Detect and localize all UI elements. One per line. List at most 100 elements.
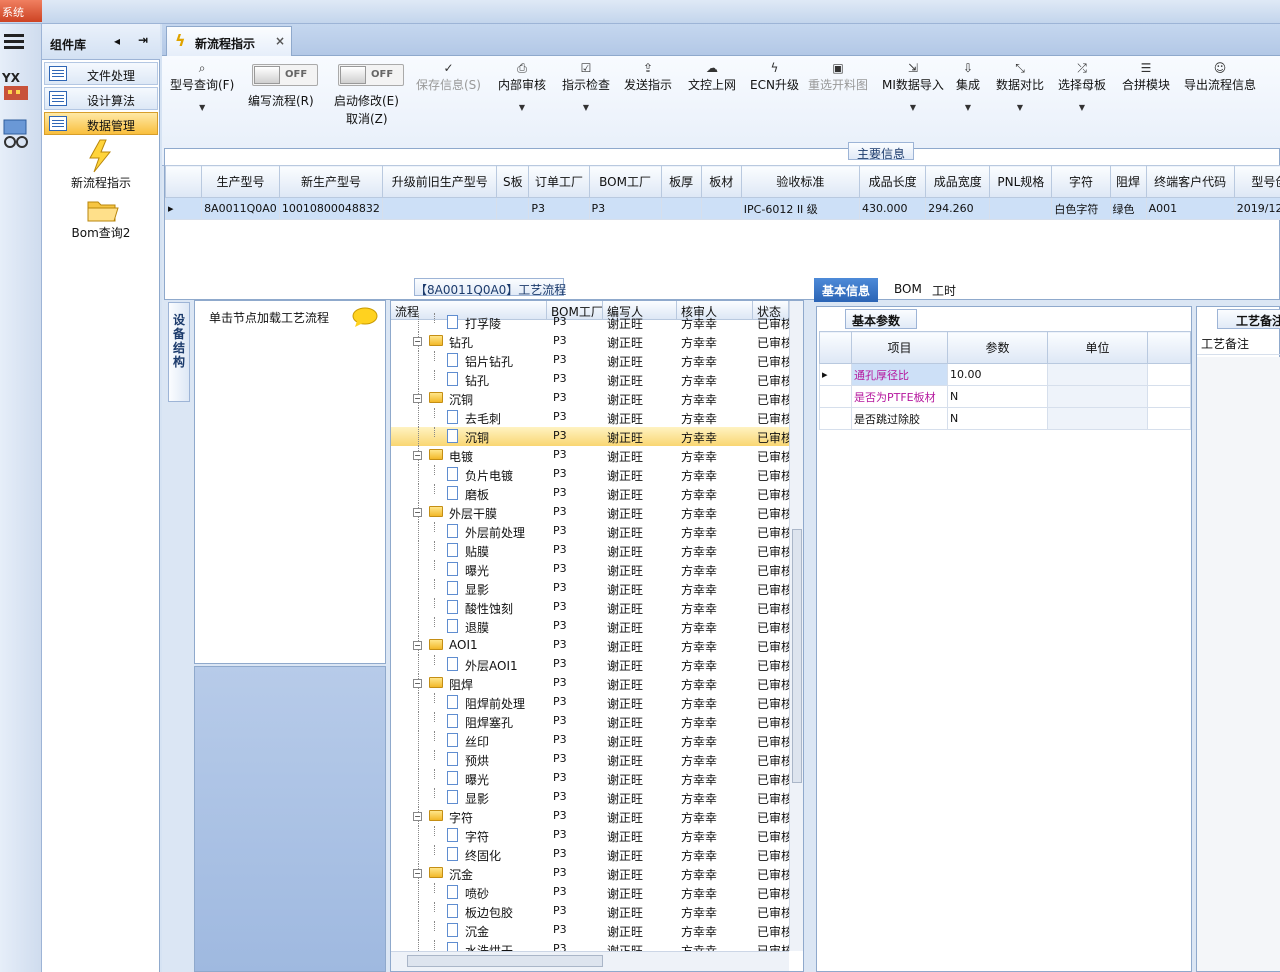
tab-basic-info[interactable]: 基本信息 [814, 278, 879, 302]
table-row[interactable]: ▸ 8A0011Q0A0 10010800048832 P3 P3 IPC-6012 II… [164, 197, 1280, 220]
tree-row[interactable]: 显影 P3 谢正旺 方幸幸 已审核 [391, 788, 789, 807]
table-cell[interactable] [700, 197, 742, 220]
param-row[interactable]: ▸ 通孔厚径比 10.00 [819, 363, 1191, 386]
column-header[interactable]: 终端客户代码 [1145, 165, 1235, 198]
chevron-down-icon[interactable]: ▼ [956, 103, 980, 112]
tree-row[interactable]: − 沉金 P3 谢正旺 方幸幸 已审核 [391, 864, 789, 883]
send-button[interactable]: ⇪ 发送指示 [624, 60, 672, 93]
column-header[interactable]: 成品宽度 [925, 165, 991, 198]
check-button[interactable]: ☑ 指示检查 ▼ [562, 60, 610, 112]
select-master-button[interactable]: ⤮ 选择母板 ▼ [1058, 60, 1106, 112]
tree-row[interactable]: 退膜 P3 谢正旺 方幸幸 已审核 [391, 617, 789, 636]
pin-icon[interactable]: ⇥ [138, 33, 148, 47]
bom-query-launcher[interactable]: Bom查询2 [44, 196, 158, 241]
tree-row[interactable]: 显影 P3 谢正旺 方幸幸 已审核 [391, 579, 789, 598]
column-header[interactable]: PNL规格 [989, 165, 1053, 198]
tree-row[interactable]: − 阻焊 P3 谢正旺 方幸幸 已审核 [391, 674, 789, 693]
collapse-icon[interactable]: − [413, 394, 422, 403]
param-value[interactable]: N [947, 407, 1048, 430]
chevron-down-icon[interactable]: ▼ [498, 103, 546, 112]
column-header[interactable]: 验收标准 [740, 165, 861, 198]
column-header[interactable]: 阻焊 [1109, 165, 1147, 198]
tree-row[interactable]: 阻焊前处理 P3 谢正旺 方幸幸 已审核 [391, 693, 789, 712]
tree-row[interactable]: 预烘 P3 谢正旺 方幸幸 已审核 [391, 750, 789, 769]
chevron-down-icon[interactable]: ▼ [170, 103, 234, 112]
mi-import-button[interactable]: ⇲ MI数据导入 ▼ [882, 60, 944, 112]
param-value[interactable]: N [947, 385, 1048, 408]
tree-row[interactable]: 钻孔 P3 谢正旺 方幸幸 已审核 [391, 370, 789, 389]
tree-row[interactable]: 水洗烘干 P3 谢正旺 方幸幸 已审核 [391, 940, 789, 951]
chevron-down-icon[interactable]: ▼ [882, 103, 944, 112]
collapse-icon[interactable]: − [413, 508, 422, 517]
table-cell[interactable]: P3 [528, 197, 590, 220]
ecn-button[interactable]: ϟ ECN升级 [750, 60, 799, 93]
query-button[interactable]: ⌕ 型号查询(F) ▼ [170, 60, 234, 112]
table-cell[interactable]: 2019/12/2 [1233, 197, 1280, 220]
column-header[interactable]: 板厚 [660, 165, 702, 198]
tree-row[interactable]: 外层前处理 P3 谢正旺 方幸幸 已审核 [391, 522, 789, 541]
upload-button[interactable]: ☁ 文控上网 [688, 60, 736, 93]
table-cell[interactable] [382, 197, 498, 220]
tree-row[interactable]: 沉铜 P3 谢正旺 方幸幸 已审核 [391, 427, 789, 446]
calculator-icon[interactable] [2, 116, 38, 152]
chevron-down-icon[interactable]: ▼ [996, 103, 1044, 112]
column-header[interactable]: 板材 [700, 165, 742, 198]
tree-row[interactable]: 负片电镀 P3 谢正旺 方幸幸 已审核 [391, 465, 789, 484]
write-flow-toggle[interactable]: OFF [252, 64, 318, 86]
tree-row[interactable]: 酸性蚀刻 P3 谢正旺 方幸幸 已审核 [391, 598, 789, 617]
compare-button[interactable]: ⤡ 数据对比 ▼ [996, 60, 1044, 112]
tree-row[interactable]: 终固化 P3 谢正旺 方幸幸 已审核 [391, 845, 789, 864]
column-header[interactable]: 型号创 [1233, 165, 1280, 198]
tab-new-process[interactable]: ϟ 新流程指示 × [166, 26, 292, 56]
chevron-down-icon[interactable]: ▼ [562, 103, 610, 112]
collapse-icon[interactable]: − [413, 869, 422, 878]
tree-row[interactable]: 曝光 P3 谢正旺 方幸幸 已审核 [391, 560, 789, 579]
reselect-button[interactable]: ▣ 重选开料图 [808, 60, 868, 93]
export-button[interactable]: ☺ 导出流程信息 [1184, 60, 1256, 93]
column-header[interactable]: 订单工厂 [528, 165, 590, 198]
table-cell[interactable]: IPC-6012 II 级 [740, 197, 861, 220]
note-area[interactable] [1197, 357, 1280, 971]
start-edit-toggle[interactable]: OFF [338, 64, 404, 86]
factory-icon[interactable]: YX [2, 68, 38, 104]
chevron-down-icon[interactable]: ▼ [1058, 103, 1106, 112]
param-row[interactable]: 是否为PTFE板材 N [819, 385, 1191, 408]
tree-row[interactable]: − AOI1 P3 谢正旺 方幸幸 已审核 [391, 636, 789, 655]
tree-row[interactable]: − 电镀 P3 谢正旺 方幸幸 已审核 [391, 446, 789, 465]
tree-row[interactable]: − 沉铜 P3 谢正旺 方幸幸 已审核 [391, 389, 789, 408]
table-cell[interactable] [660, 197, 702, 220]
close-icon[interactable]: × [275, 34, 285, 48]
tree-row[interactable]: 阻焊塞孔 P3 谢正旺 方幸幸 已审核 [391, 712, 789, 731]
tree-row[interactable]: 曝光 P3 谢正旺 方幸幸 已审核 [391, 769, 789, 788]
column-header[interactable]: S板 [496, 165, 530, 198]
collapse-icon[interactable]: − [413, 679, 422, 688]
table-cell[interactable]: 白色字符 [1051, 197, 1111, 220]
tree-row[interactable]: 磨板 P3 谢正旺 方幸幸 已审核 [391, 484, 789, 503]
tree-row[interactable]: 喷砂 P3 谢正旺 方幸幸 已审核 [391, 883, 789, 902]
tree-row[interactable]: − 外层干膜 P3 谢正旺 方幸幸 已审核 [391, 503, 789, 522]
table-cell[interactable]: 294.260 [925, 197, 991, 220]
table-cell[interactable]: 10010800048832 [278, 197, 384, 220]
param-row[interactable]: 是否跳过除胶 N [819, 407, 1191, 430]
save-button[interactable]: ✓ 保存信息(S) [416, 60, 481, 93]
internal-review-button[interactable]: ⎙ 内部审核 ▼ [498, 60, 546, 112]
sidebar-item-design-algorithm[interactable]: 设计算法 [44, 87, 158, 110]
tab-hours[interactable]: 工时 [924, 278, 964, 302]
tab-basic-params[interactable]: 基本参数 [845, 309, 917, 329]
tab-device-structure[interactable]: 设备结构 [168, 302, 190, 402]
column-header[interactable]: 新生产型号 [278, 165, 384, 198]
new-process-launcher[interactable]: 新流程指示 [44, 138, 158, 191]
tree-vscroll[interactable] [789, 301, 803, 951]
tree-row[interactable]: 去毛刺 P3 谢正旺 方幸幸 已审核 [391, 408, 789, 427]
tree-row[interactable]: − 钻孔 P3 谢正旺 方幸幸 已审核 [391, 332, 789, 351]
collapse-icon[interactable]: − [413, 451, 422, 460]
collapse-icon[interactable]: − [413, 812, 422, 821]
tree-row[interactable]: 外层AOI1 P3 谢正旺 方幸幸 已审核 [391, 655, 789, 674]
sidebar-item-file-processing[interactable]: 文件处理 [44, 62, 158, 85]
collapse-icon[interactable]: − [413, 337, 422, 346]
column-header[interactable]: 成品长度 [859, 165, 927, 198]
tree-hscroll[interactable] [391, 951, 789, 971]
combine-button[interactable]: ☰ 合拼模块 [1122, 60, 1170, 93]
tree-row[interactable]: − 字符 P3 谢正旺 方幸幸 已审核 [391, 807, 789, 826]
tree-row[interactable]: 字符 P3 谢正旺 方幸幸 已审核 [391, 826, 789, 845]
